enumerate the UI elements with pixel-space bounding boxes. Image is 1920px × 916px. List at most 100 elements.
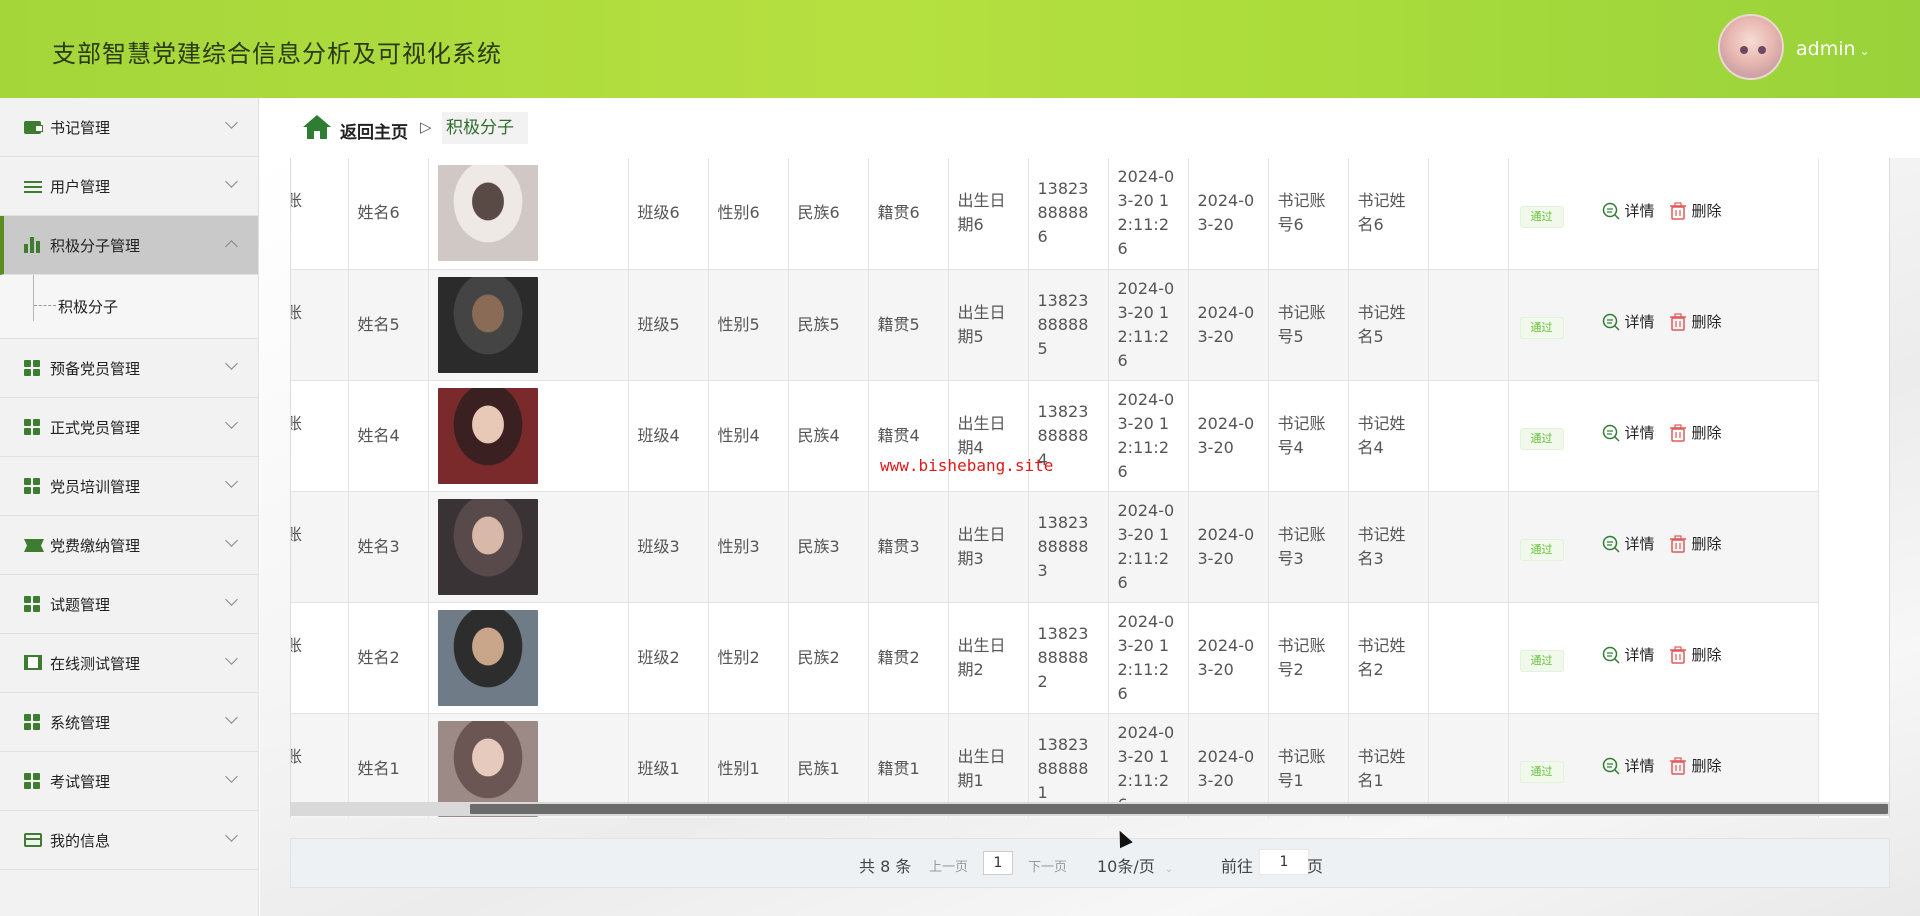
- sidebar-item-questions[interactable]: 试题管理: [0, 575, 258, 634]
- grid-icon: [24, 360, 42, 376]
- cell-photo: [428, 491, 629, 603]
- delete-button[interactable]: 删除: [1669, 643, 1722, 667]
- chevron-down-icon: [225, 829, 238, 842]
- detail-button[interactable]: 详情: [1602, 421, 1655, 445]
- detail-button[interactable]: 详情: [1602, 532, 1655, 556]
- cell-birth: 出生日期2: [948, 602, 1029, 714]
- cell-birth: 出生日期3: [948, 491, 1029, 603]
- sidebar-item-system[interactable]: 系统管理: [0, 693, 258, 752]
- member-photo[interactable]: [437, 165, 538, 262]
- sidebar-item-formal[interactable]: 正式党员管理: [0, 398, 258, 457]
- chevron-down-icon: ⌄: [1164, 864, 1174, 875]
- sidebar-item-exam[interactable]: 考试管理: [0, 752, 258, 811]
- cell-native: 籍贯5: [868, 269, 949, 381]
- delete-label: 删除: [1691, 535, 1722, 553]
- money-icon: [24, 537, 44, 553]
- next-page-button[interactable]: 下一页: [1028, 856, 1067, 875]
- sidebar-subitem-label: 积极分子: [58, 298, 119, 316]
- member-photo[interactable]: [437, 609, 538, 706]
- sidebar-item-label: 书记管理: [50, 118, 111, 137]
- chevron-down-icon: ⌄: [1859, 44, 1870, 58]
- delete-button[interactable]: 删除: [1669, 199, 1722, 223]
- breadcrumb-home-link[interactable]: 返回主页: [340, 118, 408, 143]
- delete-button[interactable]: 删除: [1669, 754, 1722, 778]
- avatar[interactable]: [1718, 14, 1784, 80]
- sidebar-item-probationary[interactable]: 预备党员管理: [0, 339, 258, 398]
- cell-native: 籍贯6: [868, 158, 949, 270]
- pagination-total: 共 8 条: [859, 857, 912, 876]
- cell-class: 班级2: [628, 602, 709, 714]
- trash-icon: [1669, 757, 1686, 775]
- member-photo[interactable]: [437, 276, 538, 373]
- cell-class: 班级5: [628, 269, 709, 381]
- cell-phone: 13823888886: [1028, 158, 1109, 270]
- sidebar-item-dues[interactable]: 党费缴纳管理: [0, 516, 258, 575]
- detail-button[interactable]: 详情: [1602, 310, 1655, 334]
- cell-actions: 通过 详情 删除: [1508, 602, 1819, 714]
- cell-secretary-account: 书记账号2: [1268, 602, 1349, 714]
- trash-icon: [1669, 535, 1686, 553]
- cell-phone: 13823888883: [1028, 491, 1109, 603]
- app-title: 支部智慧党建综合信息分析及可视化系统: [52, 40, 502, 68]
- scrollbar-thumb[interactable]: [470, 804, 1888, 814]
- horizontal-scrollbar[interactable]: [290, 802, 1890, 816]
- cell-class: 班级6: [628, 158, 709, 270]
- search-doc-icon: [1602, 757, 1620, 775]
- member-photo[interactable]: [437, 387, 538, 484]
- wallet-icon: [24, 119, 43, 135]
- status-badge: 通过: [1519, 317, 1564, 339]
- search-doc-icon: [1602, 535, 1620, 553]
- table-row: 户账 5姓名5班级5性别5民族5籍贯5出生日期5138238888852024-…: [291, 269, 1819, 381]
- user-menu[interactable]: admin ⌄: [1796, 38, 1870, 60]
- detail-label: 详情: [1624, 646, 1655, 664]
- detail-button[interactable]: 详情: [1602, 754, 1655, 778]
- cell-gender: 性别3: [708, 491, 789, 603]
- sidebar-item-online-test[interactable]: 在线测试管理: [0, 634, 258, 693]
- prev-page-button[interactable]: 上一页: [929, 856, 968, 875]
- home-icon[interactable]: [302, 114, 332, 140]
- cell-native: 籍贯3: [868, 491, 949, 603]
- cell-phone: 13823888882: [1028, 602, 1109, 714]
- trash-icon: [1669, 313, 1686, 331]
- cell-date: 2024-03-20: [1188, 491, 1269, 603]
- delete-button[interactable]: 删除: [1669, 310, 1722, 334]
- cell-created: 2024-03-20 12:11:26: [1108, 380, 1189, 492]
- cell-account: 户账 5: [291, 269, 349, 381]
- cell-empty: [1428, 269, 1509, 381]
- cell-birth: 出生日期6: [948, 158, 1029, 270]
- detail-button[interactable]: 详情: [1602, 199, 1655, 223]
- chevron-down-icon: [225, 711, 238, 724]
- sliders-icon: [24, 178, 42, 194]
- cell-secretary-account: 书记账号4: [1268, 380, 1349, 492]
- grid-icon: [24, 714, 42, 730]
- delete-label: 删除: [1691, 646, 1722, 664]
- sidebar-item-users[interactable]: 用户管理: [0, 157, 258, 216]
- detail-button[interactable]: 详情: [1602, 643, 1655, 667]
- cell-photo: [428, 380, 629, 492]
- member-photo[interactable]: [437, 498, 538, 595]
- cell-ethnic: 民族5: [788, 269, 869, 381]
- goto-page-input[interactable]: 1: [1259, 849, 1309, 875]
- table: 户账 6姓名6班级6性别6民族6籍贯6出生日期6138238888862024-…: [291, 158, 1819, 818]
- sidebar-item-profile[interactable]: 我的信息: [0, 811, 258, 870]
- status-badge: 通过: [1519, 428, 1564, 450]
- page-size-select[interactable]: 10条/页 ⌄: [1097, 853, 1173, 877]
- trash-icon: [1669, 646, 1686, 664]
- sidebar-item-activists[interactable]: 积极分子管理: [0, 216, 258, 275]
- sidebar-item-secretary[interactable]: 书记管理: [0, 98, 258, 157]
- sidebar-subitem-activist[interactable]: 积极分子: [0, 275, 258, 339]
- sidebar-item-training[interactable]: 党员培训管理: [0, 457, 258, 516]
- cell-native: 籍贯2: [868, 602, 949, 714]
- chevron-up-icon: [225, 240, 238, 253]
- cell-empty: [1428, 380, 1509, 492]
- page-number-1[interactable]: 1: [983, 851, 1013, 875]
- cell-birth: 出生日期5: [948, 269, 1029, 381]
- cell-date: 2024-03-20: [1188, 158, 1269, 270]
- cell-name: 姓名5: [348, 269, 429, 381]
- sidebar-item-label: 用户管理: [50, 177, 111, 196]
- delete-button[interactable]: 删除: [1669, 421, 1722, 445]
- table-body: 户账 6姓名6班级6性别6民族6籍贯6出生日期6138238888862024-…: [291, 158, 1819, 818]
- delete-button[interactable]: 删除: [1669, 532, 1722, 556]
- cell-class: 班级3: [628, 491, 709, 603]
- sidebar-item-label: 预备党员管理: [50, 359, 141, 378]
